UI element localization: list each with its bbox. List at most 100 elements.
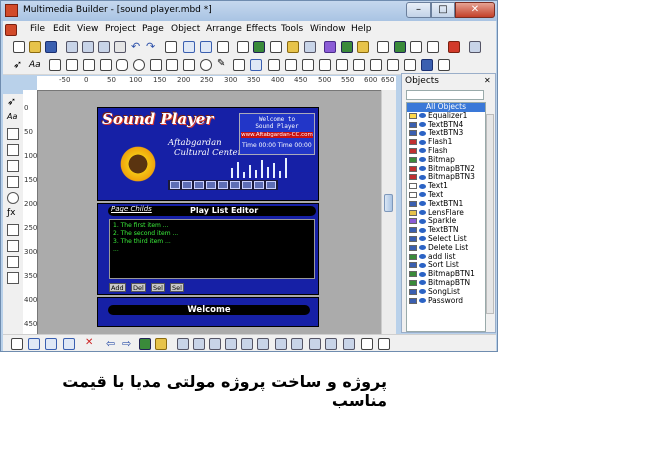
visibility-eye-icon[interactable] [419, 113, 426, 119]
sound-icon-2[interactable] [7, 224, 19, 236]
ellipse-tool-icon[interactable] [133, 59, 145, 71]
object-list-item[interactable]: Text1 [407, 181, 485, 191]
rounded-rect-icon[interactable] [116, 59, 128, 71]
visibility-eye-icon[interactable] [419, 166, 426, 172]
rect-tool-icon[interactable] [100, 59, 112, 71]
menu-page[interactable]: Page [142, 24, 164, 34]
objects-scrollbar[interactable] [486, 114, 494, 314]
add-button[interactable]: Add [109, 283, 126, 292]
script-tool-icon[interactable] [302, 59, 314, 71]
align-top-icon[interactable] [225, 338, 237, 350]
delete-button[interactable]: Del [131, 283, 146, 292]
play-button[interactable] [194, 181, 204, 189]
combo-tool-icon[interactable] [387, 59, 399, 71]
ungroup-icon[interactable] [155, 338, 167, 350]
paragraph-icon-2[interactable] [7, 128, 19, 140]
new-icon[interactable] [13, 41, 25, 53]
list-item[interactable]: ... [113, 246, 119, 253]
plugin-tool-icon[interactable] [421, 59, 433, 71]
visibility-eye-icon[interactable] [419, 157, 426, 163]
copy-icon[interactable] [82, 41, 94, 53]
grid-icon[interactable] [217, 41, 229, 53]
visibility-eye-icon[interactable] [419, 130, 426, 136]
visibility-eye-icon[interactable] [419, 254, 426, 260]
send-back-icon[interactable] [378, 338, 390, 350]
visibility-eye-icon[interactable] [419, 122, 426, 128]
same-width-icon[interactable] [309, 338, 321, 350]
layer-icon[interactable] [11, 338, 23, 350]
edit-tool-icon[interactable] [353, 59, 365, 71]
sound-player-panel[interactable]: Sound Player Aftabgardan Cultural Center… [97, 107, 319, 201]
pointer-icon[interactable]: ➶ [7, 96, 19, 108]
button-icon-2[interactable] [7, 160, 19, 172]
text-icon[interactable] [270, 41, 282, 53]
page-childs-link[interactable]: Page Childs [111, 205, 152, 213]
effects-icon[interactable] [324, 41, 336, 53]
visibility-eye-icon[interactable] [419, 218, 426, 224]
sort-button[interactable]: Sel [170, 283, 184, 292]
list-item[interactable]: 3. The third item ... [113, 238, 171, 245]
mute-button[interactable] [266, 181, 276, 189]
script-icon[interactable] [304, 41, 316, 53]
open-icon[interactable] [29, 41, 41, 53]
remove-icon[interactable]: ✕ [85, 338, 97, 350]
paste-icon[interactable] [98, 41, 110, 53]
options-icon[interactable] [469, 41, 481, 53]
progress-tool-icon[interactable] [404, 59, 416, 71]
checkbox-tool-icon[interactable] [370, 59, 382, 71]
align-bottom-icon[interactable] [257, 338, 269, 350]
save-icon[interactable] [45, 41, 57, 53]
ellipse-icon-2[interactable] [7, 192, 19, 204]
star-tool-icon[interactable] [166, 59, 178, 71]
paragraph-icon[interactable] [49, 59, 61, 71]
view-list-icon[interactable] [200, 41, 212, 53]
eject-button[interactable] [254, 181, 264, 189]
visibility-eye-icon[interactable] [419, 245, 426, 251]
scroll-thumb[interactable] [384, 194, 393, 212]
mci-tool-icon[interactable] [268, 59, 280, 71]
visibility-eye-icon[interactable] [419, 210, 426, 216]
text-tool-icon[interactable]: Aa [29, 59, 41, 71]
sound-tool-icon[interactable] [285, 59, 297, 71]
select-button[interactable]: Sel [151, 283, 165, 292]
document-icon[interactable] [5, 24, 17, 36]
close-panel-icon[interactable]: ✕ [484, 76, 491, 85]
list-icon-2[interactable] [7, 240, 19, 252]
bulb-icon[interactable] [357, 41, 369, 53]
bitmap-tool-icon[interactable] [66, 59, 78, 71]
objects-list[interactable]: All Objects Equalizer1 TextBTN4 TextBTN3 Fl… [406, 102, 486, 332]
menu-edit[interactable]: Edit [53, 24, 70, 34]
image-icon[interactable] [253, 41, 265, 53]
visibility-eye-icon[interactable] [419, 148, 426, 154]
menu-help[interactable]: Help [351, 24, 372, 34]
rewind-button[interactable] [170, 181, 180, 189]
visibility-eye-icon[interactable] [419, 236, 426, 242]
cut-icon[interactable] [66, 41, 78, 53]
objects-filter[interactable] [406, 90, 484, 100]
visibility-eye-icon[interactable] [419, 174, 426, 180]
align-left-icon[interactable] [177, 338, 189, 350]
menu-arrange[interactable]: Arrange [206, 24, 242, 34]
welcome-panel[interactable]: Welcome [97, 297, 319, 327]
maximize-button[interactable]: □ [431, 2, 455, 18]
layers-2-icon[interactable] [45, 338, 57, 350]
undo-icon[interactable]: ↶ [131, 41, 143, 53]
visibility-eye-icon[interactable] [419, 271, 426, 277]
page-icon[interactable] [165, 41, 177, 53]
menu-window[interactable]: Window [310, 24, 346, 34]
right-arrow-icon[interactable]: ⇨ [122, 338, 134, 350]
polygon-tool-icon[interactable] [150, 59, 162, 71]
line-tool-icon[interactable] [183, 59, 195, 71]
visibility-eye-icon[interactable] [419, 289, 426, 295]
menu-effects[interactable]: Effects [246, 24, 277, 34]
visibility-eye-icon[interactable] [419, 201, 426, 207]
prev-button[interactable] [182, 181, 192, 189]
align-icon[interactable] [237, 41, 249, 53]
bitmap-icon-2[interactable] [7, 144, 19, 156]
view-mode-icon[interactable] [183, 41, 195, 53]
title-bar[interactable]: Multimedia Builder - [sound player.mbd *… [1, 1, 497, 21]
image-tool-icon[interactable] [233, 59, 245, 71]
distribute-h-icon[interactable] [275, 338, 287, 350]
preview-icon[interactable] [341, 41, 353, 53]
list-item[interactable]: 1. The first item ... [113, 222, 169, 229]
